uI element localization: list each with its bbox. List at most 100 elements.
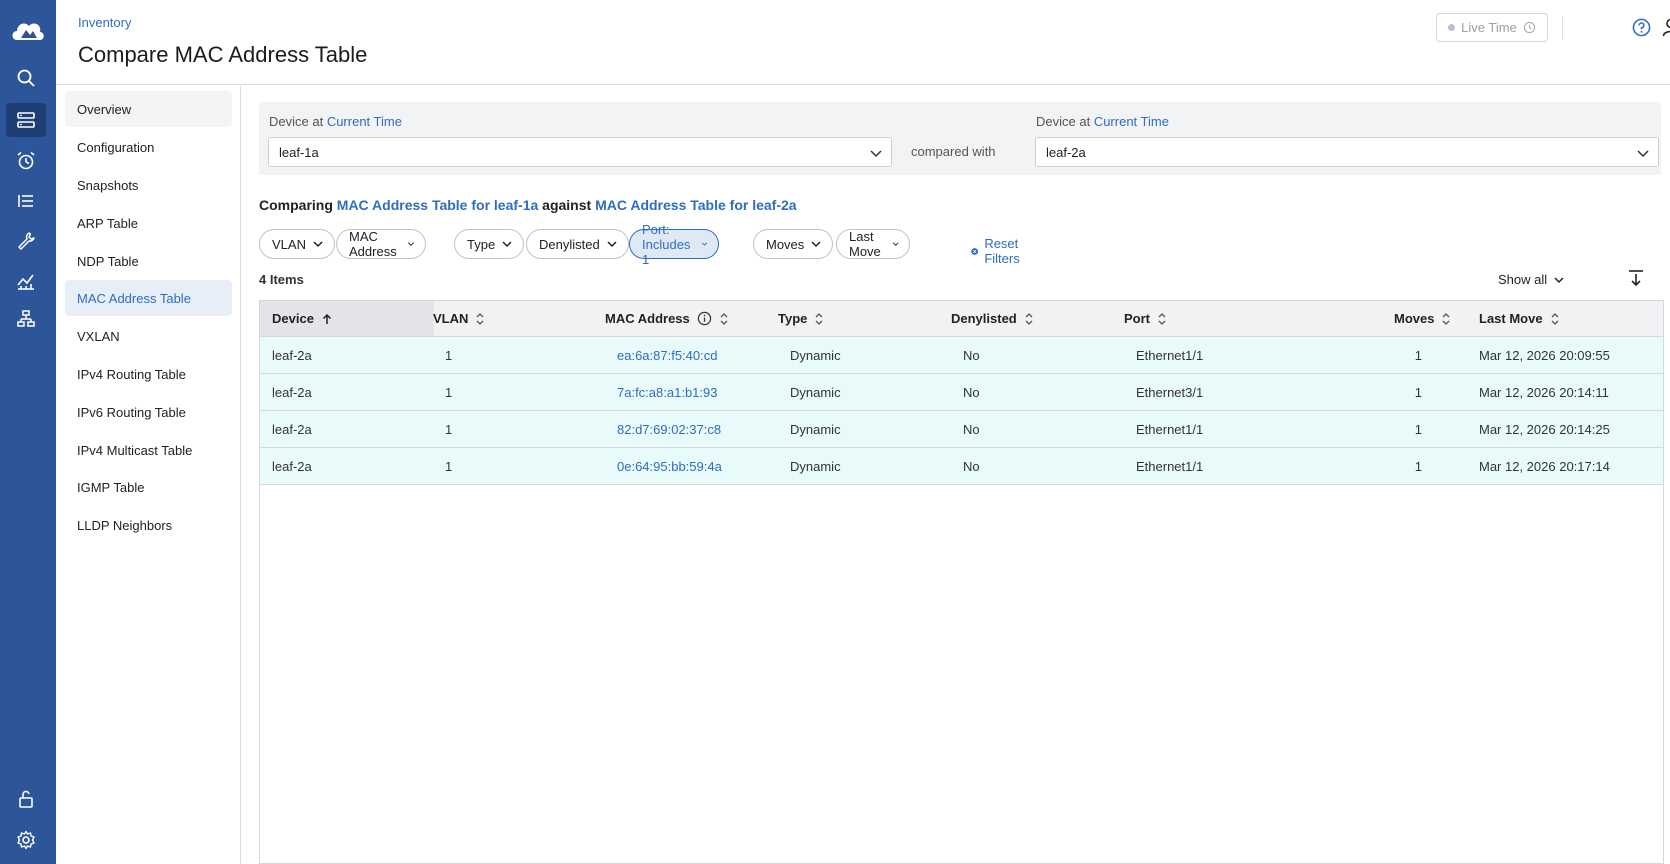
cell-last-move: Mar 12, 2026 20:14:11	[1479, 384, 1609, 400]
sidenav-item-mac-address-table[interactable]: MAC Address Table	[65, 280, 232, 316]
table-row[interactable]: leaf-2a 1 0e:64:95:bb:59:4a Dynamic No E…	[260, 448, 1663, 485]
sidenav-item-arp-table[interactable]: ARP Table	[65, 205, 232, 241]
column-header-type[interactable]: Type	[778, 301, 824, 336]
live-time-button[interactable]: Live Time	[1436, 13, 1548, 42]
cell-mac-address[interactable]: 0e:64:95:bb:59:4a	[617, 448, 722, 484]
show-all-dropdown[interactable]: Show all	[1498, 272, 1565, 287]
sidenav-item-ipv4-multicast-table[interactable]: IPv4 Multicast Table	[65, 432, 232, 468]
table-header: Device VLAN MAC Address Type Denylisted …	[260, 301, 1663, 337]
mac-comparison-table: Device VLAN MAC Address Type Denylisted …	[259, 300, 1664, 864]
column-header-device[interactable]: Device	[260, 301, 434, 336]
device-selector-panel: Device at Current Time leaf-1a compared …	[259, 102, 1661, 175]
rail-chart-icon[interactable]	[6, 264, 46, 298]
cell-mac-address[interactable]: 82:d7:69:02:37:c8	[617, 411, 721, 447]
column-header-mac-address[interactable]: MAC Address	[605, 301, 729, 336]
help-icon[interactable]	[1632, 18, 1651, 40]
sidenav-item-ipv4-routing-table[interactable]: IPv4 Routing Table	[65, 356, 232, 392]
sidenav-item-vxlan[interactable]: VXLAN	[65, 318, 232, 354]
filter-denylisted[interactable]: Denylisted	[526, 229, 629, 259]
page-title: Compare MAC Address Table	[78, 42, 368, 67]
sidenav-item-ipv6-routing-table[interactable]: IPv6 Routing Table	[65, 394, 232, 430]
cell-port: Ethernet1/1	[1136, 347, 1204, 363]
rail-list-icon[interactable]	[6, 184, 46, 218]
filter-port[interactable]: Port: Includes 1	[629, 222, 720, 267]
left-device-select[interactable]: leaf-1a	[268, 137, 892, 167]
comparison-summary: Comparing MAC Address Table for leaf-1a …	[259, 197, 797, 213]
breadcrumb-inventory[interactable]: Inventory	[78, 15, 131, 30]
table-row[interactable]: leaf-2a 1 82:d7:69:02:37:c8 Dynamic No E…	[260, 411, 1663, 448]
table-row[interactable]: leaf-2a 1 ea:6a:87:f5:40:cd Dynamic No E…	[260, 337, 1663, 374]
right-table-link[interactable]: MAC Address Table for leaf-2a	[595, 197, 797, 213]
cell-type: Dynamic	[790, 458, 841, 474]
reset-filters-label: Reset Filters	[984, 236, 1020, 266]
filter-mac-address[interactable]: MAC Address	[336, 229, 426, 259]
cell-mac-address[interactable]: ea:6a:87:f5:40:cd	[617, 337, 717, 373]
show-all-label: Show all	[1498, 272, 1548, 287]
rail-gear-icon[interactable]	[6, 823, 46, 857]
rail-devices-icon[interactable]	[6, 103, 46, 137]
cell-denylisted: No	[963, 421, 980, 437]
filter-last-move[interactable]: Last Move	[836, 229, 910, 259]
sidenav-item-igmp-table[interactable]: IGMP Table	[65, 469, 232, 505]
cloudvision-logo-icon[interactable]	[9, 16, 47, 46]
cell-denylisted: No	[963, 347, 980, 363]
filter-moves-label: Moves	[766, 236, 805, 252]
user-icon[interactable]	[1661, 17, 1670, 40]
right-current-time-link[interactable]: Current Time	[1094, 114, 1169, 129]
rail-unlock-icon[interactable]	[6, 782, 46, 816]
sidenav-item-ndp-table[interactable]: NDP Table	[65, 243, 232, 279]
filter-last-move-label: Last Move	[849, 229, 881, 259]
sort-icon	[1443, 312, 1450, 325]
rail-wrench-icon[interactable]	[6, 224, 46, 258]
left-current-time-link[interactable]: Current Time	[327, 114, 402, 129]
sidenav-item-overview[interactable]: Overview	[65, 91, 232, 127]
sort-icon	[720, 312, 728, 325]
right-device-select[interactable]: leaf-2a	[1035, 137, 1659, 167]
page-header: Inventory Compare MAC Address Table Live…	[56, 0, 1670, 85]
compared-with-label: compared with	[911, 144, 996, 159]
column-header-type-label: Type	[778, 311, 808, 326]
rail-alarm-icon[interactable]	[6, 144, 46, 178]
sort-icon	[1158, 312, 1166, 325]
filter-moves[interactable]: Moves	[753, 229, 834, 259]
sort-icon	[1551, 312, 1559, 325]
sidenav-item-snapshots[interactable]: Snapshots	[65, 167, 232, 203]
cell-denylisted: No	[963, 384, 980, 400]
column-header-port[interactable]: Port	[1124, 301, 1167, 336]
filter-denylisted-label: Denylisted	[539, 236, 600, 252]
reset-filters-button[interactable]: Reset Filters	[971, 236, 1025, 266]
download-icon[interactable]	[1627, 269, 1645, 290]
column-header-vlan[interactable]: VLAN	[433, 301, 485, 336]
main-content: Device at Current Time leaf-1a compared …	[241, 86, 1670, 864]
sort-icon	[476, 312, 484, 325]
cell-vlan: 1	[445, 384, 453, 400]
side-navigation: Overview Configuration Snapshots ARP Tab…	[56, 86, 241, 864]
column-header-last-move[interactable]: Last Move	[1479, 301, 1560, 336]
left-rail	[0, 0, 56, 864]
item-count: 4 Items	[259, 272, 304, 287]
cell-moves: 1	[1414, 347, 1422, 363]
filter-vlan[interactable]: VLAN	[259, 229, 335, 259]
column-header-denylisted[interactable]: Denylisted	[951, 301, 1034, 336]
filter-type-label: Type	[467, 236, 496, 252]
left-device-prefix: Device at	[269, 114, 327, 129]
cell-last-move: Mar 12, 2026 20:14:25	[1479, 421, 1610, 437]
column-header-moves-label: Moves	[1394, 311, 1435, 326]
sidenav-item-lldp-neighbors[interactable]: LLDP Neighbors	[65, 507, 232, 543]
cell-device: leaf-2a	[272, 384, 312, 400]
column-header-last-move-label: Last Move	[1479, 311, 1543, 326]
column-header-device-label: Device	[272, 311, 314, 326]
rail-topology-icon[interactable]	[6, 302, 46, 336]
cell-port: Ethernet1/1	[1136, 458, 1204, 474]
clock-icon	[1523, 21, 1535, 34]
filter-type[interactable]: Type	[454, 229, 525, 259]
chevron-down-icon	[1554, 276, 1564, 283]
table-row[interactable]: leaf-2a 1 7a:fc:a8:a1:b1:93 Dynamic No E…	[260, 374, 1663, 411]
sidenav-item-configuration[interactable]: Configuration	[65, 129, 232, 165]
cell-device: leaf-2a	[272, 458, 312, 474]
column-header-moves[interactable]: Moves	[1394, 301, 1451, 336]
rail-search-icon[interactable]	[6, 61, 46, 95]
cell-mac-address[interactable]: 7a:fc:a8:a1:b1:93	[617, 374, 717, 410]
left-table-link[interactable]: MAC Address Table for leaf-1a	[337, 197, 539, 213]
info-icon[interactable]	[697, 311, 712, 326]
